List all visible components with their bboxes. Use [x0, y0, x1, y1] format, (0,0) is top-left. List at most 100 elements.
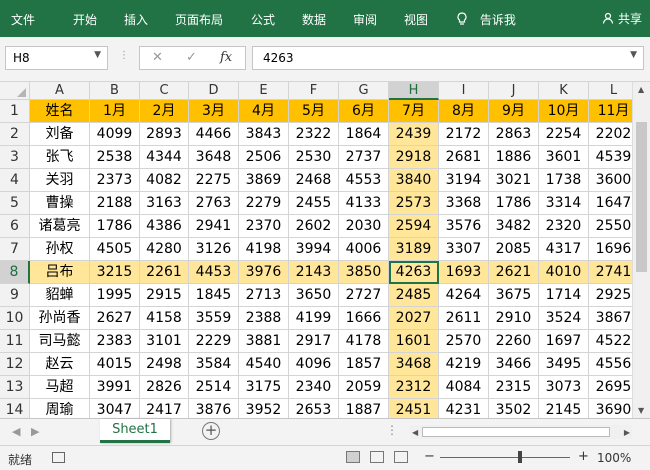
table-header-cell[interactable]: 6月 [339, 100, 389, 123]
scroll-up-icon[interactable]: ▲ [638, 85, 644, 94]
column-header[interactable]: J [489, 82, 539, 100]
table-cell[interactable]: 2059 [339, 376, 389, 399]
table-cell[interactable]: 1696 [589, 238, 632, 261]
scroll-left-icon[interactable]: ◀ [412, 428, 418, 437]
column-header[interactable]: B [90, 82, 140, 100]
horizontal-scroll-thumb[interactable] [422, 427, 610, 437]
normal-view-icon[interactable] [346, 451, 360, 463]
table-cell[interactable]: 2085 [489, 238, 539, 261]
table-cell[interactable]: 孙尚香 [30, 307, 90, 330]
table-cell[interactable]: 2202 [589, 123, 632, 146]
table-cell[interactable]: 4015 [90, 353, 140, 376]
table-cell[interactable]: 2611 [439, 307, 489, 330]
table-cell[interactable]: 4453 [189, 261, 239, 284]
worksheet-grid[interactable]: ABCDEFGHIJKL 1 姓名 1月 2月 3月 4月 5月 6月 7月 8月 9月 10月 11月… [0, 82, 632, 418]
table-cell[interactable]: 2893 [140, 123, 189, 146]
table-cell[interactable]: 2550 [589, 215, 632, 238]
table-cell[interactable]: 1666 [339, 307, 389, 330]
table-cell[interactable]: 2254 [539, 123, 589, 146]
table-cell[interactable]: 2826 [140, 376, 189, 399]
table-cell[interactable]: 4344 [140, 146, 189, 169]
table-header-cell[interactable]: 5月 [289, 100, 339, 123]
row-header[interactable]: 8 [0, 261, 30, 284]
table-cell[interactable]: 4553 [339, 169, 389, 192]
table-cell[interactable]: 4231 [439, 399, 489, 418]
table-cell[interactable]: 3502 [489, 399, 539, 418]
zoom-out-button[interactable]: − [424, 449, 435, 464]
table-cell[interactable]: 3600 [589, 169, 632, 192]
table-cell[interactable]: 1886 [489, 146, 539, 169]
table-cell[interactable]: 2188 [90, 192, 140, 215]
row-header[interactable]: 9 [0, 284, 30, 307]
table-cell[interactable]: 吕布 [30, 261, 90, 284]
table-cell[interactable]: 2030 [339, 215, 389, 238]
table-cell[interactable]: 2681 [439, 146, 489, 169]
row-header[interactable]: 2 [0, 123, 30, 146]
table-cell[interactable]: 2727 [339, 284, 389, 307]
table-cell[interactable]: 3126 [189, 238, 239, 261]
table-cell[interactable]: 2315 [489, 376, 539, 399]
table-cell[interactable]: 司马懿 [30, 330, 90, 353]
tell-me-button[interactable]: 告诉我 [456, 11, 516, 28]
tab-data[interactable]: 数据 [302, 11, 326, 28]
table-cell[interactable]: 2713 [239, 284, 289, 307]
table-cell[interactable]: 1887 [339, 399, 389, 418]
table-cell[interactable]: 4263 [389, 261, 439, 284]
table-cell[interactable]: 3648 [189, 146, 239, 169]
table-cell[interactable]: 1845 [189, 284, 239, 307]
table-cell[interactable]: 4010 [539, 261, 589, 284]
table-cell[interactable]: 1738 [539, 169, 589, 192]
table-cell[interactable]: 3482 [489, 215, 539, 238]
table-cell[interactable]: 2653 [289, 399, 339, 418]
table-cell[interactable]: 4133 [339, 192, 389, 215]
table-header-cell[interactable]: 姓名 [30, 100, 90, 123]
table-cell[interactable]: 1601 [389, 330, 439, 353]
table-cell[interactable]: 貂蝉 [30, 284, 90, 307]
table-cell[interactable]: 2388 [239, 307, 289, 330]
table-cell[interactable]: 1714 [539, 284, 589, 307]
table-header-cell[interactable]: 3月 [189, 100, 239, 123]
table-cell[interactable]: 刘备 [30, 123, 90, 146]
table-cell[interactable]: 2383 [90, 330, 140, 353]
table-cell[interactable]: 2261 [140, 261, 189, 284]
table-cell[interactable]: 2538 [90, 146, 140, 169]
table-cell[interactable]: 孙权 [30, 238, 90, 261]
table-cell[interactable]: 3690 [589, 399, 632, 418]
table-header-cell[interactable]: 10月 [539, 100, 589, 123]
table-cell[interactable]: 2918 [389, 146, 439, 169]
table-cell[interactable]: 3495 [539, 353, 589, 376]
table-cell[interactable]: 2514 [189, 376, 239, 399]
row-header[interactable]: 5 [0, 192, 30, 215]
table-cell[interactable]: 2417 [140, 399, 189, 418]
table-cell[interactable]: 3163 [140, 192, 189, 215]
table-cell[interactable]: 2439 [389, 123, 439, 146]
table-header-cell[interactable]: 1月 [90, 100, 140, 123]
table-cell[interactable]: 2573 [389, 192, 439, 215]
macro-record-icon[interactable] [52, 452, 65, 463]
column-header[interactable]: C [140, 82, 189, 100]
table-cell[interactable]: 2275 [189, 169, 239, 192]
table-cell[interactable]: 1786 [90, 215, 140, 238]
row-header[interactable]: 6 [0, 215, 30, 238]
table-cell[interactable]: 4522 [589, 330, 632, 353]
table-cell[interactable]: 2027 [389, 307, 439, 330]
table-cell[interactable]: 3867 [589, 307, 632, 330]
table-cell[interactable]: 3021 [489, 169, 539, 192]
column-header[interactable]: A [30, 82, 90, 100]
table-cell[interactable]: 关羽 [30, 169, 90, 192]
scroll-down-icon[interactable]: ▼ [638, 406, 644, 415]
tab-page-layout[interactable]: 页面布局 [175, 11, 223, 28]
column-header[interactable]: L [589, 82, 632, 100]
table-cell[interactable]: 3466 [489, 353, 539, 376]
table-cell[interactable]: 1647 [589, 192, 632, 215]
table-cell[interactable]: 2570 [439, 330, 489, 353]
chevron-down-icon[interactable]: ▼ [94, 50, 101, 60]
table-cell[interactable]: 2451 [389, 399, 439, 418]
table-cell[interactable]: 4505 [90, 238, 140, 261]
column-header[interactable]: I [439, 82, 489, 100]
table-cell[interactable]: 4084 [439, 376, 489, 399]
table-cell[interactable]: 3675 [489, 284, 539, 307]
zoom-slider-thumb[interactable] [518, 451, 522, 463]
table-cell[interactable]: 赵云 [30, 353, 90, 376]
table-header-cell[interactable]: 9月 [489, 100, 539, 123]
